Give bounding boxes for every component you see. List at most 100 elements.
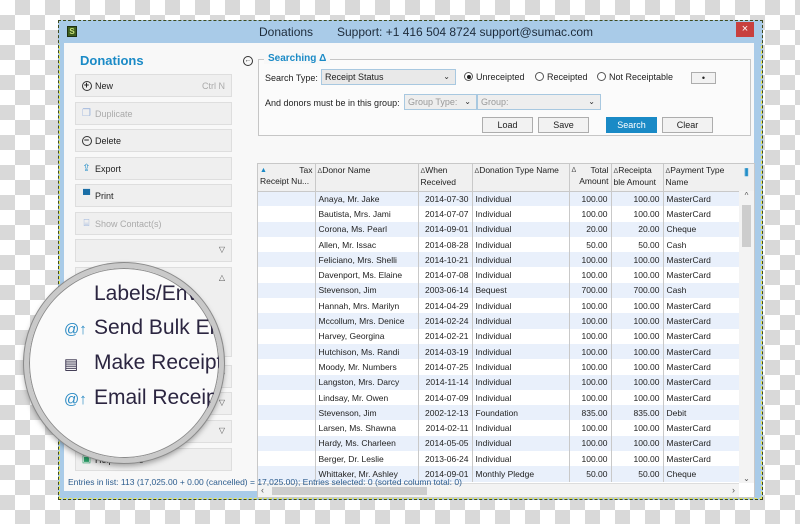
- cell-donation-type: Individual: [472, 298, 570, 314]
- cell-donation-type: Individual: [472, 252, 570, 268]
- cell-total-amount: 100.00: [569, 343, 612, 360]
- print-button[interactable]: ▀ Print: [75, 184, 232, 207]
- scroll-down-icon[interactable]: ⌄: [739, 474, 754, 483]
- sort-icon: Δ: [571, 167, 577, 174]
- sort-asc-icon: ▲: [260, 167, 267, 174]
- cell-payment-type: MasterCard: [663, 374, 742, 390]
- table-row[interactable]: Mccollum, Mrs. Denice 2014-02-24 Individua…: [258, 313, 742, 329]
- search-type-select[interactable]: Receipt Status ⌄: [321, 69, 456, 85]
- table-row[interactable]: Moody, Mr. Numbers 2014-07-25 Individual 10…: [258, 359, 742, 375]
- table-row[interactable]: Stevenson, Jim 2002-12-13 Foundation 835.00…: [258, 405, 742, 421]
- magnifier-overlay: Labels/Envel @↑ Send Bulk Ema ▤ Make Recei…: [24, 263, 224, 463]
- print-label: Print: [95, 191, 114, 201]
- scroll-right-icon[interactable]: ›: [732, 485, 735, 495]
- clear-button[interactable]: Clear: [662, 117, 713, 133]
- group-select[interactable]: Group: ⌄: [477, 94, 601, 110]
- column-chooser-icon[interactable]: ⦀: [739, 164, 754, 191]
- table-row[interactable]: Langston, Mrs. Darcy 2014-11-14 Individual…: [258, 374, 742, 390]
- table-row[interactable]: Feliciano, Mrs. Shelli 2014-10-21 Individu…: [258, 252, 742, 268]
- table-row[interactable]: Hannah, Mrs. Marilyn 2014-04-29 Individual…: [258, 298, 742, 314]
- cell-tax-receipt: [258, 420, 316, 436]
- close-button[interactable]: ×: [736, 22, 754, 37]
- cell-donor-name: Corona, Ms. Pearl: [315, 221, 419, 237]
- table-row[interactable]: Bautista, Mrs. Jami 2014-07-07 Individual 1…: [258, 206, 742, 222]
- table-row[interactable]: Lindsay, Mr. Owen 2014-07-09 Individual 100…: [258, 389, 742, 406]
- header-text: Name: [665, 177, 689, 187]
- cell-tax-receipt: [258, 252, 316, 268]
- delete-button[interactable]: − Delete: [75, 129, 232, 152]
- cell-receiptable-amount: 100.00: [611, 267, 664, 283]
- options-button[interactable]: •: [691, 72, 716, 84]
- scroll-up-icon[interactable]: ^: [739, 191, 754, 200]
- group-type-select[interactable]: Group Type: ⌄: [404, 94, 477, 110]
- cell-receiptable-amount: 100.00: [611, 420, 664, 436]
- export-button[interactable]: ⇪ Export: [75, 157, 232, 180]
- new-button[interactable]: + New Ctrl N: [75, 74, 232, 97]
- save-button[interactable]: Save: [538, 117, 589, 133]
- table-row[interactable]: Hutchison, Ms. Randi 2014-03-19 Individual…: [258, 343, 742, 360]
- cell-payment-type: Debit: [663, 405, 742, 421]
- collapse-triangle-icon: △: [218, 273, 225, 282]
- window-title: Donations: [259, 25, 314, 39]
- cell-donation-type: Individual: [472, 389, 570, 406]
- cell-donor-name: Hardy, Ms. Charleen: [315, 435, 419, 452]
- cell-when-received: 2014-10-21: [418, 252, 473, 268]
- donations-grid: ▲ Tax Receipt Nu... ΔDonor Name Δ When Recei…: [257, 163, 755, 498]
- cell-payment-type: Cash: [663, 236, 742, 253]
- column-header-when-received[interactable]: ΔWhen Received: [418, 164, 473, 192]
- cell-donation-type: Individual: [472, 236, 570, 253]
- table-row[interactable]: Allen, Mr. Issac 2014-08-28 Individual 50.0…: [258, 236, 742, 253]
- cell-total-amount: 100.00: [569, 328, 612, 344]
- search-legend[interactable]: Searching Δ: [264, 53, 331, 64]
- table-row[interactable]: Berger, Dr. Leslie 2013-06-24 Individual 10…: [258, 451, 742, 467]
- column-header-payment-type[interactable]: ΔPayment Type Name: [663, 164, 742, 192]
- expand-triangle-icon: ▽: [218, 245, 225, 254]
- table-row[interactable]: Larsen, Ms. Shawna 2014-02-11 Individual 10…: [258, 420, 742, 436]
- table-row[interactable]: Anaya, Mr. Jake 2014-07-30 Individual 100.0…: [258, 191, 742, 207]
- table-row[interactable]: Harvey, Georgina 2014-02-21 Individual 100.…: [258, 328, 742, 344]
- title-bar: S Donations Support: +1 416 504 8724 sup…: [59, 21, 762, 43]
- cell-when-received: 2014-03-19: [418, 343, 473, 360]
- cell-donor-name: Bautista, Mrs. Jami: [315, 206, 419, 222]
- cell-when-received: 2014-05-05: [418, 435, 473, 452]
- header-text: Donor Name: [322, 165, 371, 175]
- group-placeholder: Group:: [481, 97, 509, 107]
- table-row[interactable]: Hardy, Ms. Charleen 2014-05-05 Individual 1…: [258, 435, 742, 452]
- column-header-total-amount[interactable]: Δ Total Amount: [569, 164, 612, 192]
- vertical-scroll-thumb[interactable]: [742, 205, 751, 247]
- cell-receiptable-amount: 100.00: [611, 374, 664, 390]
- radio-not-receiptable[interactable]: Not Receiptable: [597, 72, 673, 82]
- column-header-donor-name[interactable]: ΔDonor Name: [315, 164, 419, 192]
- cell-donor-name: Berger, Dr. Leslie: [315, 451, 419, 467]
- cell-receiptable-amount: 100.00: [611, 435, 664, 452]
- column-header-tax-receipt[interactable]: ▲ Tax Receipt Nu...: [258, 164, 316, 192]
- search-button[interactable]: Search: [606, 117, 657, 133]
- cell-receiptable-amount: 100.00: [611, 451, 664, 467]
- cell-donor-name: Feliciano, Mrs. Shelli: [315, 252, 419, 268]
- collapse-panel-icon[interactable]: ←: [243, 56, 253, 66]
- horizontal-scroll-thumb[interactable]: [272, 487, 427, 495]
- radio-label: Not Receiptable: [609, 72, 674, 82]
- cell-donation-type: Monthly Pledge: [472, 466, 570, 482]
- cell-total-amount: 50.00: [569, 236, 612, 253]
- load-button[interactable]: Load: [482, 117, 533, 133]
- chevron-down-icon: ⌄: [464, 97, 471, 106]
- cell-tax-receipt: [258, 435, 316, 452]
- cell-donor-name: Hutchison, Ms. Randi: [315, 343, 419, 360]
- vertical-scrollbar[interactable]: ^ ⌄: [739, 191, 754, 483]
- column-header-receiptable-amount[interactable]: ΔReceipta ble Amount: [611, 164, 664, 192]
- table-row[interactable]: Corona, Ms. Pearl 2014-09-01 Individual 20.…: [258, 221, 742, 237]
- close-icon: ×: [741, 23, 749, 35]
- table-row[interactable]: Davenport, Ms. Elaine 2014-07-08 Individua…: [258, 267, 742, 283]
- show-contacts-button[interactable]: ⌸ Show Contact(s): [75, 212, 232, 235]
- group-label: And donors must be in this group:: [265, 98, 400, 108]
- radio-unreceipted[interactable]: Unreceipted: [464, 72, 525, 82]
- header-text: When: [425, 165, 448, 175]
- cell-tax-receipt: [258, 267, 316, 283]
- column-header-donation-type[interactable]: ΔDonation Type Name: [472, 164, 570, 192]
- collapsed-section-1[interactable]: ▽: [75, 239, 232, 262]
- radio-receipted[interactable]: Receipted: [535, 72, 588, 82]
- cell-donation-type: Individual: [472, 435, 570, 452]
- duplicate-button[interactable]: ❐ Duplicate: [75, 102, 232, 125]
- table-row[interactable]: Stevenson, Jim 2003-06-14 Bequest 700.00 700…: [258, 282, 742, 299]
